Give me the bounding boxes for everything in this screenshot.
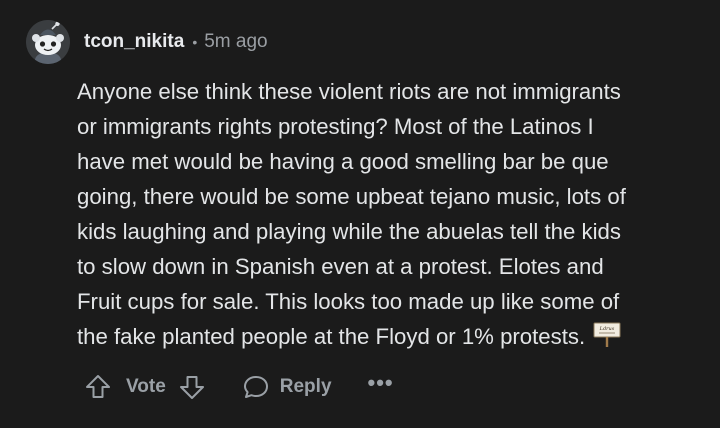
- comment-line: kids laughing and playing while the abue…: [77, 219, 621, 244]
- comment-line-text: the fake planted people at the Floyd or …: [77, 324, 586, 349]
- vote-group: Vote: [84, 373, 206, 401]
- comment-line: to slow down in Spanish even at a protes…: [77, 254, 604, 279]
- reply-button[interactable]: Reply: [242, 373, 332, 401]
- comment-line: or immigrants rights protesting? Most of…: [77, 114, 594, 139]
- timestamp: 5m ago: [204, 31, 268, 52]
- more-options-button[interactable]: •••: [368, 372, 394, 394]
- comment-line: have met would be having a good smelling…: [77, 149, 609, 174]
- vote-label: Vote: [126, 376, 166, 397]
- comment-line: going, there would be some upbeat tejano…: [77, 184, 626, 209]
- comment-line: Anyone else think these violent riots ar…: [77, 79, 621, 104]
- svg-text:Ldrus: Ldrus: [599, 326, 615, 332]
- reply-bubble-icon: [243, 376, 268, 398]
- separator-dot: •: [192, 34, 198, 50]
- author-username[interactable]: tcon_nikita: [84, 31, 184, 53]
- comment-last-line: the fake planted people at the Floyd or …: [77, 319, 697, 354]
- snoo-avatar-icon: [26, 20, 70, 64]
- avatar[interactable]: [26, 20, 70, 64]
- protest-sign-emote-icon: Ldrus: [593, 322, 621, 347]
- comment-line: Fruit cups for sale. This looks too made…: [77, 289, 620, 314]
- comment-actions: Vote Reply •••: [84, 368, 394, 406]
- upvote-arrow-icon[interactable]: [84, 373, 112, 401]
- reply-label: Reply: [279, 376, 332, 397]
- downvote-arrow-icon[interactable]: [178, 373, 206, 401]
- comment-header: tcon_nikita • 5m ago: [26, 19, 268, 65]
- comment-body: Anyone else think these violent riots ar…: [77, 74, 697, 354]
